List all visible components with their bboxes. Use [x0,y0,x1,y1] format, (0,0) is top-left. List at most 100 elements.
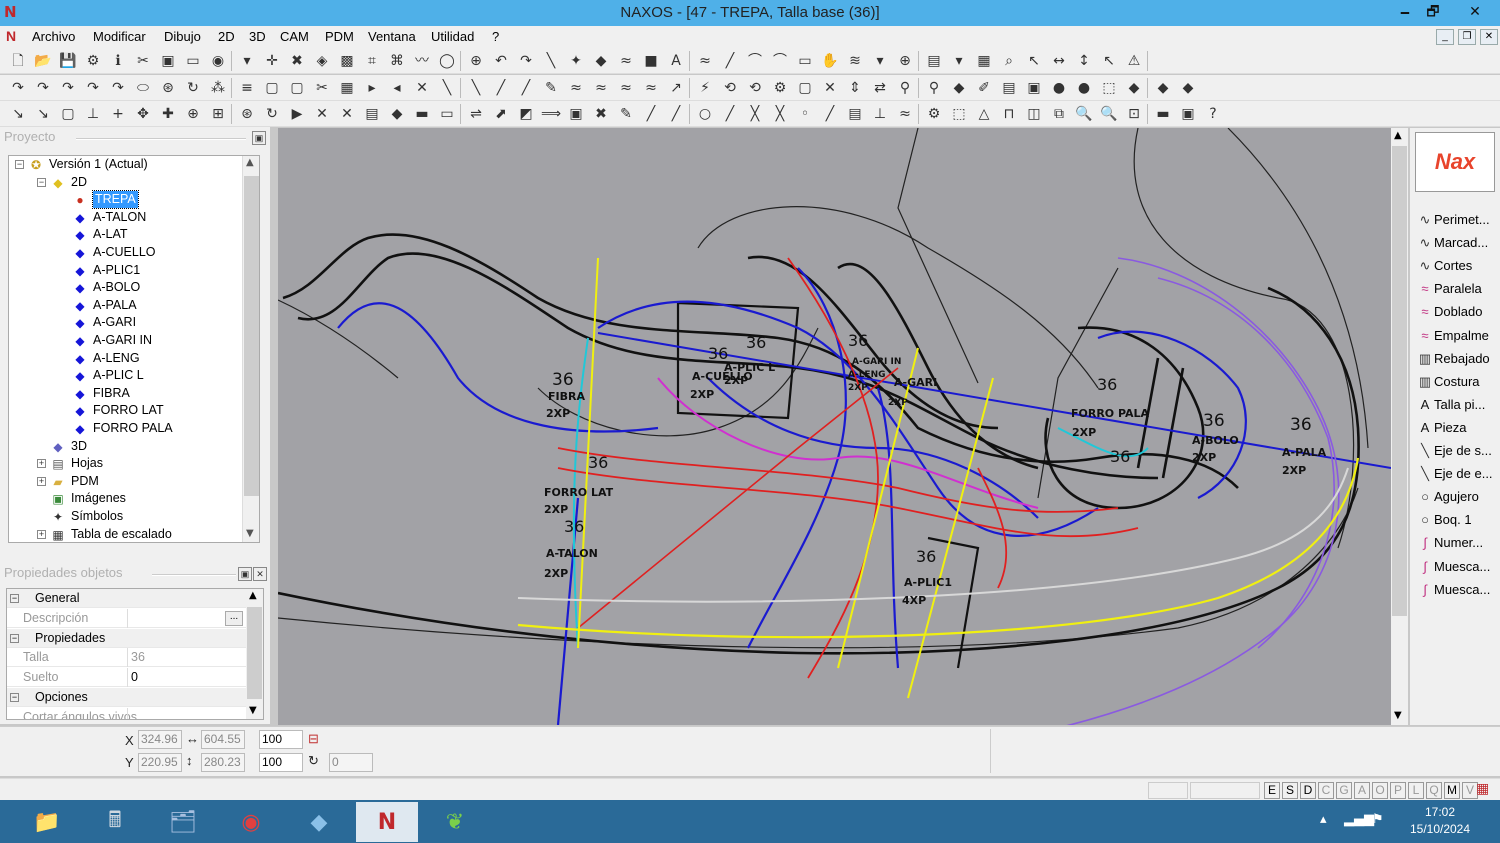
toolbar-tool-icon[interactable]: ✕ [412,78,432,98]
tree-item-forro-pala[interactable]: ◆ FORRO PALA [9,420,249,437]
collapse-icon[interactable]: − [15,160,24,169]
tool-paralela[interactable]: ≈ Paralela [1416,278,1500,299]
tree-item-a-leng[interactable]: ◆ A-LENG [9,350,249,367]
naxos-icon[interactable]: N [356,802,418,842]
properties-scrollbar[interactable]: ▲ ▼ [246,589,263,719]
toolbar-tool-icon[interactable]: ◯ [437,51,457,71]
toolbar-tool-icon[interactable]: ↷ [33,78,53,98]
tree-item-2d[interactable]: − ◆ 2D [9,174,249,191]
drawing-canvas[interactable]: 36 FIBRA 2XP 36 A-CUELLO 2XP 36 A-PLIC L 2XP 36 A-… [278,128,1391,725]
tool-pieza[interactable]: A Pieza [1416,417,1500,438]
menu-dibujo[interactable]: Dibujo [162,28,203,46]
toolbar-tool-icon[interactable]: ⟲ [745,78,765,98]
tool-marcad[interactable]: ∿ Marcad... [1416,232,1500,253]
tool-numer[interactable]: ∫ Numer... [1416,532,1500,553]
toolbar-tool-icon[interactable]: ⊡ [1124,104,1144,124]
toolbar-tool-icon[interactable]: ▭ [183,51,203,71]
tree-item-trepa[interactable]: ● TREPA [9,190,249,210]
collapse-icon[interactable]: − [10,594,19,603]
menu-2d[interactable]: 2D [216,28,237,46]
toolbar-tool-icon[interactable]: ◦ [795,104,815,124]
toolbar-tool-icon[interactable]: ▩ [337,51,357,71]
toolbar-tool-icon[interactable]: ● [1049,78,1069,98]
tree-item-tabla-de-escalado[interactable]: + ▦ Tabla de escalado [9,526,249,542]
toolbar-tool-icon[interactable]: ⊛ [237,104,257,124]
status-key-toggle[interactable]: C [1318,782,1334,799]
toolbar-tool-icon[interactable]: 🔍 [1074,104,1094,124]
toolbar-tool-icon[interactable]: ⌕ [999,51,1019,71]
toolbar-tool-icon[interactable]: ✂ [133,51,153,71]
app3-icon[interactable]: ❦ [424,802,486,842]
tree-item-a-talon[interactable]: ◆ A-TALON [9,209,249,226]
property-value[interactable]: 36 [127,648,245,668]
toolbar-tool-icon[interactable]: ◆ [387,104,407,124]
toolbar-tool-icon[interactable]: ⊥ [83,104,103,124]
toolbar-tool-icon[interactable]: ◫ [1024,104,1044,124]
toolbar-tool-icon[interactable]: ▦ [974,51,994,71]
toolbar-tool-icon[interactable]: ✖ [591,104,611,124]
toolbar-tool-icon[interactable]: ✖ [287,51,307,71]
toolbar-tool-icon[interactable]: ⊞ [208,104,228,124]
scroll-down-icon[interactable]: ▼ [1394,710,1402,721]
toolbar-tool-icon[interactable]: ▤ [999,78,1019,98]
toolbar-tool-icon[interactable]: ▣ [1178,104,1198,124]
toolbar-tool-icon[interactable]: ✎ [616,104,636,124]
menu-modificar[interactable]: Modificar [91,28,148,46]
tree-item-a-lat[interactable]: ◆ A-LAT [9,226,249,243]
tree-item-a-pala[interactable]: ◆ A-PALA [9,297,249,314]
dock-icon[interactable]: ▣ [238,567,252,581]
toolbar-tool-icon[interactable]: ⊛ [158,78,178,98]
toolbar-tool-icon[interactable]: ≈ [616,78,636,98]
toolbar-tool-icon[interactable]: ✦ [566,51,586,71]
expand-icon[interactable]: + [37,529,46,539]
toolbar-tool-icon[interactable]: ▣ [566,104,586,124]
tool-eje-de-e[interactable]: ╲ Eje de e... [1416,463,1500,484]
toolbar-tool-icon[interactable]: ▢ [287,78,307,98]
canvas-scroll-thumb[interactable] [1392,146,1407,616]
status-key-toggle[interactable]: D [1300,782,1316,799]
mdi-restore-button[interactable]: ❐ [1458,29,1476,45]
toolbar-tool-icon[interactable]: ≈ [566,78,586,98]
toolbar-tool-icon[interactable]: ◆ [949,78,969,98]
toolbar-tool-icon[interactable]: ↘ [8,104,28,124]
toolbar-tool-icon[interactable]: ↷ [108,78,128,98]
toolbar-tool-icon[interactable]: ⚡ [695,78,715,98]
toolbar-tool-icon[interactable]: ╱ [666,104,686,124]
x-field[interactable]: 324.96 [138,730,182,749]
toolbar-tool-icon[interactable]: ⬈ [491,104,511,124]
toolbar-tool-icon[interactable]: ✕ [312,104,332,124]
toolbar-tool-icon[interactable]: ↻ [183,78,203,98]
toolbar-tool-icon[interactable]: ▸ [362,78,382,98]
toolbar-tool-icon[interactable]: 📂 [33,51,53,71]
toolbar-tool-icon[interactable]: ⊕ [183,104,203,124]
canvas-scrollbar[interactable]: ▲ ▼ [1391,128,1408,725]
toolbar-tool-icon[interactable]: ⊓ [999,104,1019,124]
tool-boq-1[interactable]: ○ Boq. 1 [1416,509,1500,530]
toolbar-tool-icon[interactable]: ╳ [745,104,765,124]
toolbar-tool-icon[interactable]: ✛ [262,51,282,71]
tool-costura[interactable]: ▥ Costura [1416,371,1500,392]
app-icon[interactable]: 🗂 [152,802,214,842]
toolbar-tool-icon[interactable]: ⇄ [870,78,890,98]
rotate-icon[interactable]: ↻ [308,751,319,770]
expand-icon[interactable]: + [37,459,46,469]
toolbar-tool-icon[interactable]: + [108,104,128,124]
menu-pdm[interactable]: PDM [323,28,356,46]
toolbar-tool-icon[interactable]: ⊕ [895,51,915,71]
props-scroll-thumb[interactable] [247,607,262,699]
toolbar-tool-icon[interactable]: ╳ [770,104,790,124]
toolbar-tool-icon[interactable]: ● [1074,78,1094,98]
app2-icon[interactable]: ◆ [288,802,350,842]
tool-doblado[interactable]: ≈ Doblado [1416,301,1500,322]
toolbar-tool-icon[interactable]: ▣ [158,51,178,71]
menu-cam[interactable]: CAM [278,28,311,46]
scale-x-field[interactable]: 100 [259,730,303,749]
tree-item-versión-1-actual-[interactable]: − ✪ Versión 1 (Actual) [9,156,249,173]
tool-muesca[interactable]: ∫ Muesca... [1416,579,1500,600]
toolbar-tool-icon[interactable]: ↻ [262,104,282,124]
toolbar-tool-icon[interactable]: A [666,51,686,71]
toolbar-tool-icon[interactable]: ⇌ [466,104,486,124]
toolbar-tool-icon[interactable]: ✋ [820,51,840,71]
tree-item-a-gari-in[interactable]: ◆ A-GARI IN [9,332,249,349]
toolbar-tool-icon[interactable]: ↷ [58,78,78,98]
